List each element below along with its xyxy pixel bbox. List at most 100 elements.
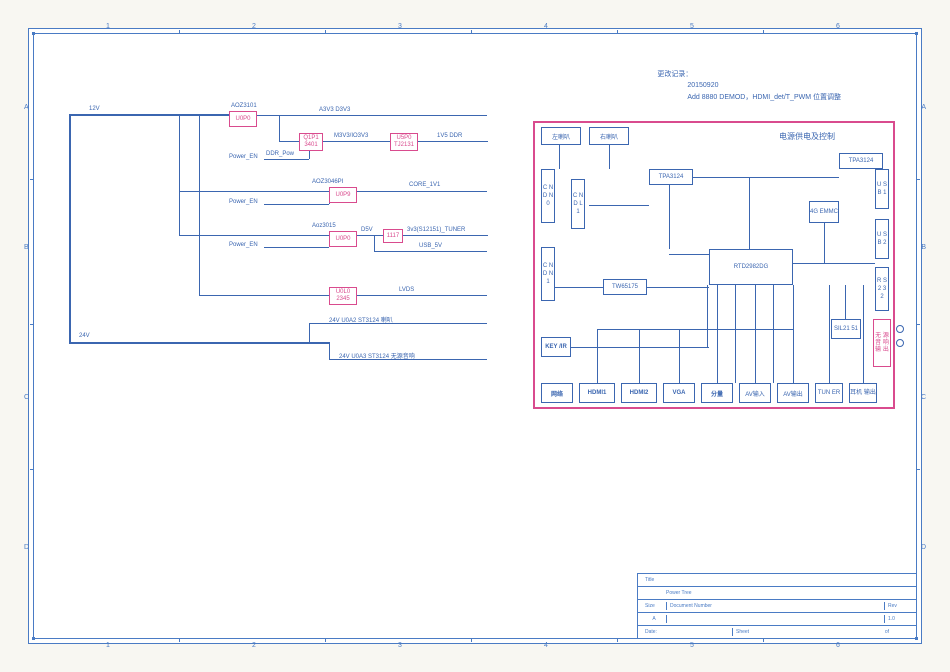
zone-col-1: 1: [106, 23, 110, 30]
wire-pen1: [264, 159, 309, 160]
block-component: 分量: [701, 383, 733, 403]
block-tpa3124-r: TPA3124: [839, 153, 883, 169]
wire-lvds: [357, 295, 487, 296]
doc-value: [666, 615, 884, 623]
bw4: [669, 185, 670, 249]
wire-tuner: [403, 235, 488, 236]
jack-icon-1: [896, 325, 904, 333]
wire-core: [357, 191, 487, 192]
block-tw65175: TW65175: [603, 279, 647, 295]
label-sp2: 24V U0A3 ST3124 无源音响: [339, 351, 415, 360]
ref-aoz3101: AOZ3101: [231, 103, 257, 109]
bw17: [845, 285, 846, 319]
block-sil2151: SIL21 51: [831, 319, 861, 339]
block-network: 网络: [541, 383, 573, 403]
zone-row-d: D: [24, 544, 29, 551]
wire-h2: [179, 191, 329, 192]
label-sp1: 24V U0A2 ST3124 喇叭: [329, 315, 393, 324]
bw7: [793, 263, 875, 264]
bw12: [679, 329, 680, 383]
block-tuner: TUN ER: [815, 383, 843, 403]
bw6b: [824, 223, 825, 263]
zone-col-2b: 2: [252, 642, 256, 649]
bw4b: [669, 254, 709, 255]
label-core: CORE_1V1: [409, 182, 440, 188]
wire-m3v3: [323, 141, 390, 142]
block-av-out: AV输出: [777, 383, 809, 403]
block-cndl1: C N D L 1: [571, 179, 585, 229]
bw9b: [571, 347, 709, 348]
bw9c: [707, 285, 708, 347]
title-name: Power Tree: [642, 589, 695, 597]
bw8: [647, 287, 709, 288]
zone-col-6b: 6: [836, 642, 840, 649]
label-pen1: Power_EN: [229, 154, 258, 160]
block-rtd2982dg: RTD2982DG: [709, 249, 793, 285]
zone-col-5: 5: [690, 23, 694, 30]
label-power-supply: 电源供电及控制: [779, 131, 835, 142]
sheet-label: Sheet: [732, 628, 882, 636]
zone-row-dr: D: [921, 544, 926, 551]
block-hdmi2: HDMI2: [621, 383, 657, 403]
rev-value: 1.0: [884, 615, 912, 623]
wire-12v: [69, 114, 229, 116]
zone-row-cr: C: [921, 394, 926, 401]
schematic-sheet: 1 2 3 4 5 6 1 2 3 4 5 6 A B C D A B C D …: [28, 28, 922, 644]
wire-h4: [199, 295, 329, 296]
bw11: [639, 329, 640, 383]
block-headphone: 耳机 输出: [849, 383, 877, 403]
wire-v4: [329, 203, 330, 204]
wire-backbone: [69, 114, 71, 344]
ref-aoz3015: Aoz3015: [312, 223, 336, 229]
revision-date: 20150920: [657, 82, 841, 89]
block-u5p0: U5P0 TJ2131: [390, 133, 418, 151]
block-usb2: U S B 2: [875, 219, 889, 259]
bw16: [829, 285, 830, 383]
wire-d5v: [357, 235, 383, 236]
wire-v6: [199, 115, 200, 295]
wire-v8: [329, 342, 330, 359]
bw14b: [773, 285, 774, 383]
block-tpa3124-l: TPA3124: [649, 169, 693, 185]
label-24v: 24V: [79, 333, 90, 339]
bw18: [863, 285, 864, 383]
wire-usb5v: [374, 251, 487, 252]
bw13: [717, 285, 718, 383]
zone-row-a: A: [24, 104, 29, 111]
block-hdmi1: HDMI1: [579, 383, 615, 403]
wire-h1: [279, 141, 299, 142]
zone-row-c: C: [24, 394, 29, 401]
size-value: A: [642, 615, 666, 623]
label-pen3: Power_EN: [229, 242, 258, 248]
wire-pen3: [264, 247, 329, 248]
zone-col-1b: 1: [106, 642, 110, 649]
bw6: [749, 177, 750, 249]
wire-h3: [179, 235, 329, 236]
block-key-ir: KEY /IR: [541, 337, 571, 357]
block-cndn0: C N D N 0: [541, 169, 555, 223]
size-label: Size: [642, 602, 666, 610]
label-usb5v: USB_5V: [419, 243, 442, 249]
wire-a3v3: [257, 115, 487, 116]
doc-label: Document Number: [666, 602, 884, 610]
label-pen2: Power_EN: [229, 199, 258, 205]
zone-col-5b: 5: [690, 642, 694, 649]
bw5: [693, 177, 839, 178]
block-av-in: AV输入: [739, 383, 771, 403]
zone-col-3: 3: [398, 23, 402, 30]
block-cndn1: C N D N 1: [541, 247, 555, 301]
revision-note: 更改记录： 20150920 Add 8880 DEMOD，HDMI_det/T…: [657, 69, 841, 105]
title-block: Title Power Tree Size Document Number Re…: [637, 573, 917, 639]
block-audio-out: 无 源 音 响 输 出: [873, 319, 891, 367]
wire-pen2: [264, 204, 329, 205]
bw1: [559, 145, 560, 169]
bw2: [609, 145, 610, 169]
bw9: [555, 287, 603, 288]
label-a3v3: A3V3 D3V3: [319, 107, 350, 113]
block-u0l0: U0L0 2345: [329, 287, 357, 305]
label-12v: 12V: [89, 106, 100, 112]
zone-col-6: 6: [836, 23, 840, 30]
wire-v1: [279, 115, 280, 141]
zone-col-3b: 3: [398, 642, 402, 649]
wire-v2: [309, 151, 310, 159]
